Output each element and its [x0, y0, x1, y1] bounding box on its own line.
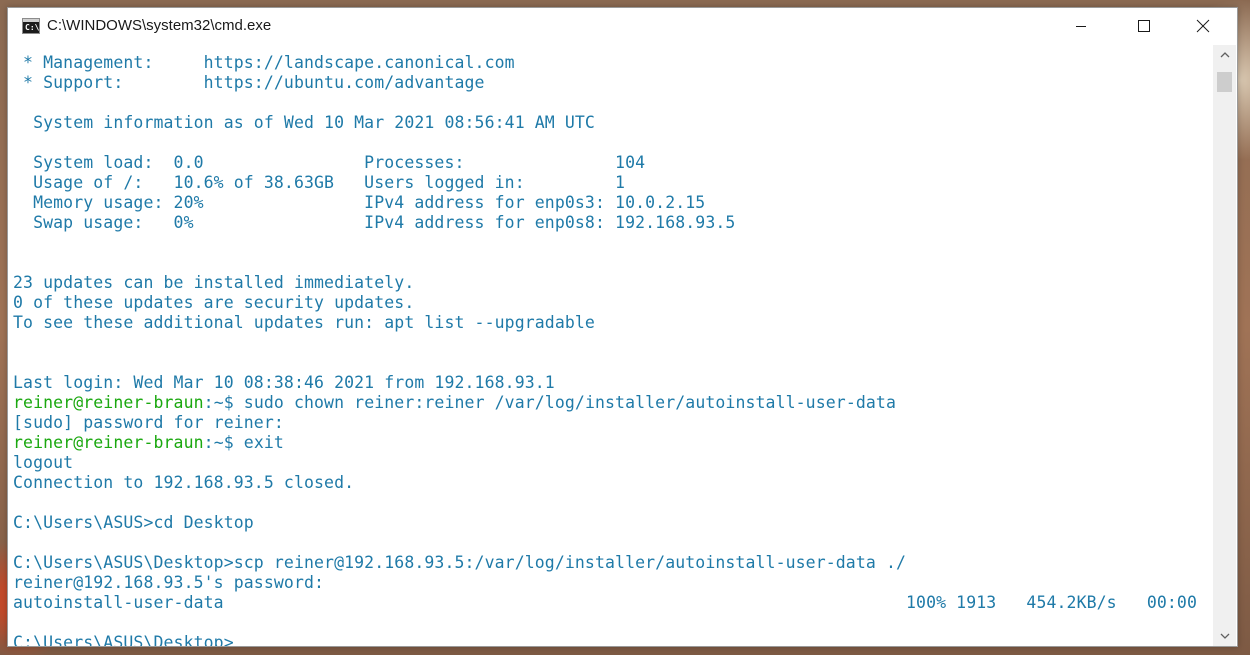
console-line: Connection to 192.168.93.5 closed.: [13, 473, 355, 492]
console-line: [sudo] password for reiner:: [13, 413, 284, 432]
prompt-command: :~$ sudo chown reiner:reiner /var/log/in…: [203, 393, 896, 412]
cmd-icon-glyph: C:\: [25, 23, 40, 32]
console-line: reiner@192.168.93.5's password:: [13, 573, 325, 592]
prompt-command: :~$ exit: [203, 433, 284, 452]
console-line: Memory usage: 20% IPv4 address for enp0s…: [13, 193, 706, 212]
prompt-user: reiner@reiner-braun: [13, 433, 204, 452]
chevron-up-icon: [1220, 52, 1229, 58]
close-button[interactable]: [1180, 8, 1226, 44]
cmd-icon[interactable]: C:\: [22, 18, 40, 34]
console-line: C:\Users\ASUS>cd Desktop: [13, 513, 254, 532]
console-line: 0 of these updates are security updates.: [13, 293, 415, 312]
title-bar[interactable]: C:\ C:\WINDOWS\system32\cmd.exe: [8, 8, 1237, 45]
prompt-user: reiner@reiner-braun: [13, 393, 204, 412]
console-line: reiner@reiner-braun:~$ exit: [13, 433, 284, 453]
console-line: Usage of /: 10.6% of 38.63GB Users logge…: [13, 173, 626, 192]
cmd-icon-bar: [23, 19, 39, 22]
close-icon: [1196, 19, 1210, 33]
console-line: Swap usage: 0% IPv4 address for enp0s8: …: [13, 213, 736, 232]
chevron-down-icon: [1220, 633, 1229, 639]
cmd-window[interactable]: C:\ C:\WINDOWS\system32\cmd.exe * Manage…: [7, 7, 1238, 647]
scroll-up-button[interactable]: [1213, 45, 1236, 65]
console-output[interactable]: * Management: https://landscape.canonica…: [8, 45, 1213, 646]
console-line: System load: 0.0 Processes: 104: [13, 153, 646, 172]
console-line: reiner@reiner-braun:~$ sudo chown reiner…: [13, 393, 896, 413]
command-prompt[interactable]: C:\Users\ASUS\Desktop>: [13, 633, 234, 646]
minimize-button[interactable]: [1058, 8, 1104, 44]
console-line: To see these additional updates run: apt…: [13, 313, 595, 332]
console-line: logout: [13, 453, 74, 472]
minimize-icon: [1076, 26, 1086, 27]
console-line: 23 updates can be installed immediately.: [13, 273, 415, 292]
vertical-scrollbar[interactable]: [1213, 45, 1236, 646]
console-line: System information as of Wed 10 Mar 2021…: [13, 113, 595, 132]
scroll-down-button[interactable]: [1213, 626, 1236, 646]
window-title: C:\WINDOWS\system32\cmd.exe: [47, 17, 272, 34]
maximize-icon: [1138, 20, 1150, 32]
console-line: Last login: Wed Mar 10 08:38:46 2021 fro…: [13, 373, 555, 392]
scroll-thumb[interactable]: [1217, 72, 1232, 92]
console-line: autoinstall-user-data 100% 1913 454.2KB/…: [13, 593, 1197, 612]
maximize-button[interactable]: [1121, 8, 1167, 44]
console-line: * Management: https://landscape.canonica…: [13, 53, 515, 72]
console-line: C:\Users\ASUS\Desktop>scp reiner@192.168…: [13, 553, 907, 572]
console-line: * Support: https://ubuntu.com/advantage: [13, 73, 485, 92]
